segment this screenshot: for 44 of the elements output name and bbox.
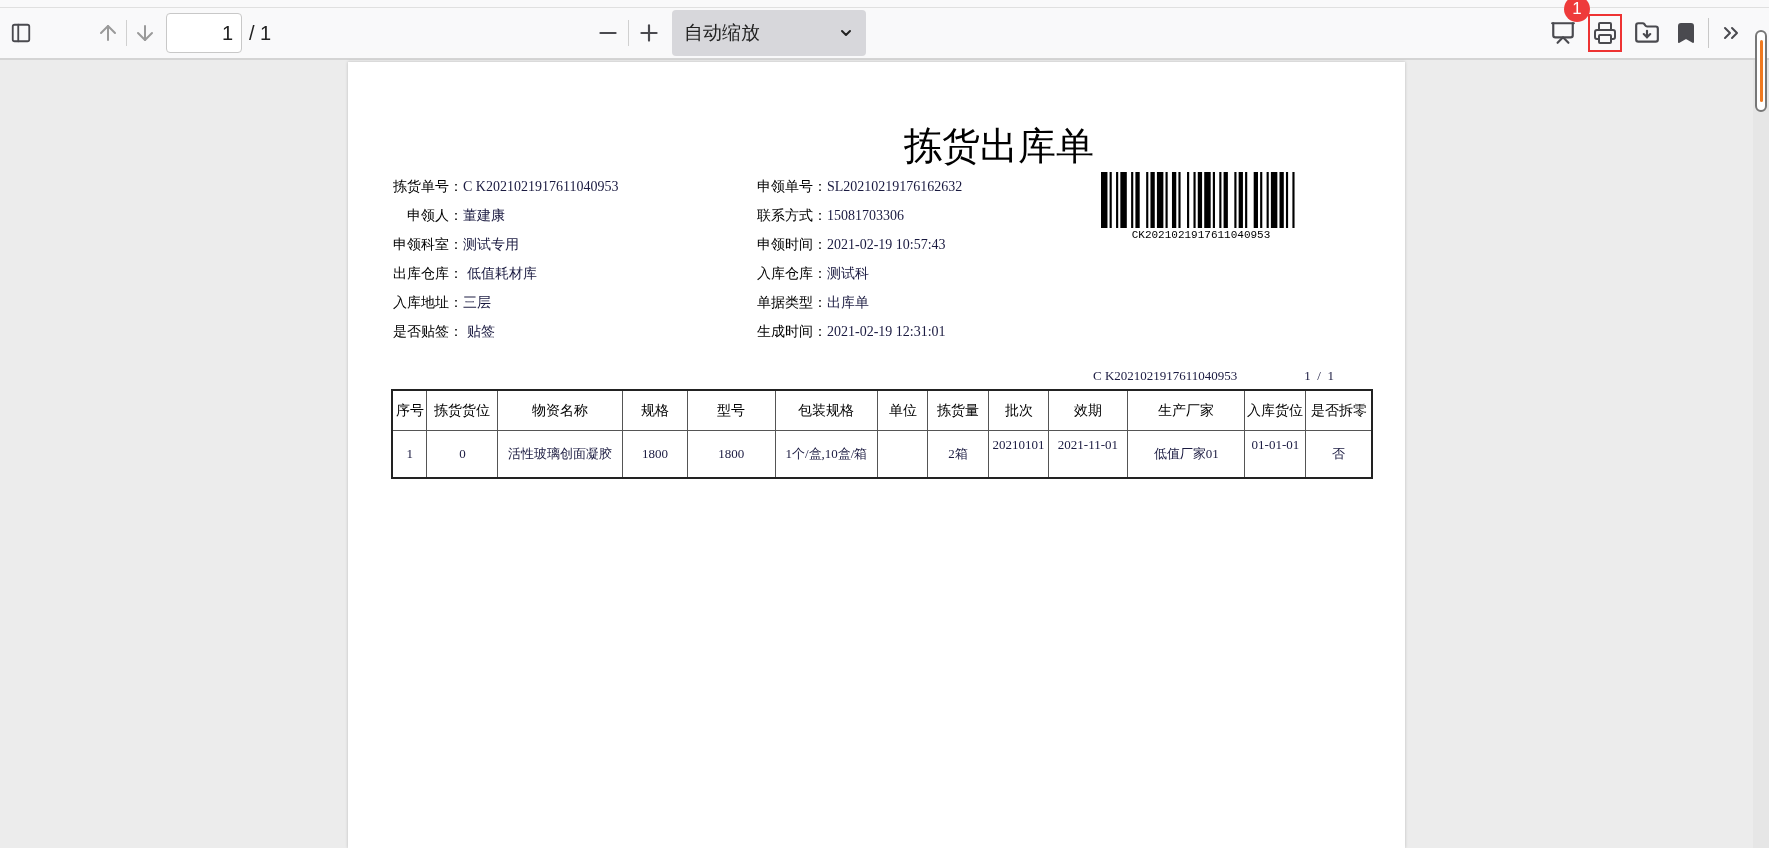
field-label: 出库仓库： xyxy=(392,265,463,283)
column-header: 拣货量 xyxy=(927,390,989,430)
field-value: 2021-02-19 12:31:01 xyxy=(827,323,946,341)
column-header: 入库货位 xyxy=(1244,390,1306,430)
field-value: 出库单 xyxy=(827,294,869,312)
column-header: 序号 xyxy=(392,390,427,430)
field-label: 申领人： xyxy=(406,207,463,225)
page-indicator: 1 / 1 xyxy=(1304,367,1334,386)
barcode-number: CK2021021917611040953 xyxy=(1131,228,1271,242)
document-number: C K2021021917611040953 xyxy=(1093,367,1238,386)
field-label: 入库地址： xyxy=(392,294,463,312)
column-header: 拣货货位 xyxy=(426,390,498,430)
field-value: 三层 xyxy=(463,294,491,312)
column-header: 批次 xyxy=(988,390,1049,430)
field-value: C K2021021917611040953 xyxy=(463,178,619,196)
badge: 1 xyxy=(1564,0,1590,22)
column-header: 生产厂家 xyxy=(1127,390,1245,430)
field-label: 入库仓库： xyxy=(756,265,827,283)
field-label: 申领科室： xyxy=(392,236,463,254)
page-count: / 1 xyxy=(249,21,272,46)
field-label: 申领时间： xyxy=(756,236,827,254)
column-header: 规格 xyxy=(622,390,688,430)
field-value: 15081703306 xyxy=(827,207,904,225)
document-title: 拣货出库单 xyxy=(904,124,1094,168)
column-header: 单位 xyxy=(877,390,928,430)
page-number-field[interactable]: 1 xyxy=(166,13,242,53)
column-header: 物资名称 xyxy=(497,390,623,430)
field-value: 2021-02-19 10:57:43 xyxy=(827,236,946,254)
field-value: 测试专用 xyxy=(463,236,519,254)
field-value: 测试科 xyxy=(827,265,869,283)
field-label: 申领单号： xyxy=(756,178,827,196)
column-header: 效期 xyxy=(1048,390,1128,430)
field-value: 低值耗材库 xyxy=(465,265,537,283)
column-header: 包装规格 xyxy=(775,390,878,430)
field-label: 单据类型： xyxy=(756,294,827,312)
field-value: 贴签 xyxy=(465,323,495,341)
field-value: 董建康 xyxy=(463,207,505,225)
field-value: SL20210219176162632 xyxy=(827,178,963,196)
zoom-select[interactable]: 自动缩放 xyxy=(672,10,867,56)
field-label: 联系方式： xyxy=(756,207,827,225)
field-label: 是否贴签： xyxy=(392,323,463,341)
field-label: 生成时间： xyxy=(756,323,827,341)
column-header: 型号 xyxy=(687,390,775,430)
field-label: 拣货单号： xyxy=(392,178,463,196)
